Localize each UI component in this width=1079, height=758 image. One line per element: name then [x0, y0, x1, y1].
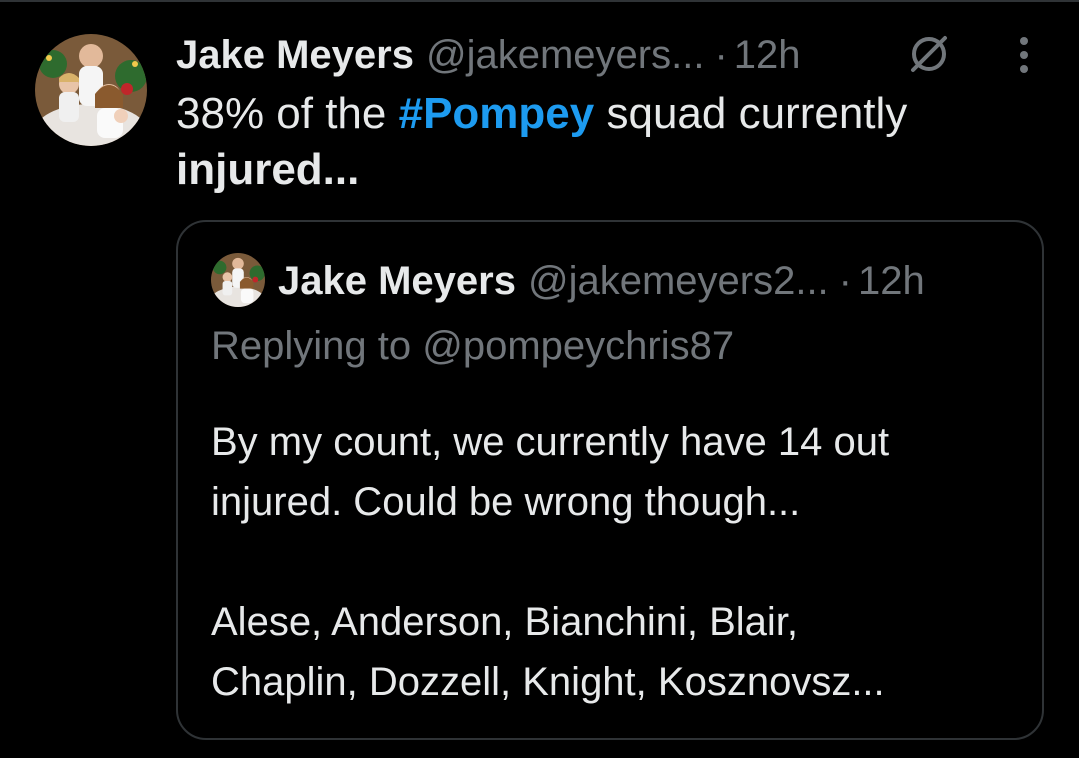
tweet-header: Jake Meyers @jakemeyers... · 12h [176, 28, 801, 82]
top-divider [0, 0, 1079, 2]
author-name[interactable]: Jake Meyers [176, 33, 414, 78]
tweet-text-part: squad currently [594, 89, 908, 138]
quoted-timestamp[interactable]: 12h [858, 259, 925, 304]
separator-dot: · [714, 32, 728, 77]
quoted-tweet-header: Jake Meyers @jakemeyers2... · 12h [278, 254, 925, 308]
timestamp[interactable]: 12h [734, 33, 801, 78]
author-handle[interactable]: @jakemeyers... [426, 33, 704, 78]
replying-prefix: Replying to [211, 324, 423, 368]
grok-icon[interactable] [905, 30, 953, 78]
quoted-text-line: injured. Could be wrong though... [211, 480, 801, 524]
quoted-author-name[interactable]: Jake Meyers [278, 259, 516, 304]
quoted-text-line: By my count, we currently have 14 out [211, 420, 890, 464]
hashtag-link[interactable]: #Pompey [399, 89, 595, 138]
tweet-text: 38% of the #Pompey squad currently injur… [176, 86, 1036, 198]
more-vertical-icon[interactable] [1006, 32, 1042, 80]
quoted-tweet-text: By my count, we currently have 14 out in… [211, 412, 1031, 712]
quoted-tweet-card[interactable]: Jake Meyers @jakemeyers2... · 12h Replyi… [176, 220, 1044, 740]
replying-to-mention[interactable]: @pompeychris87 [422, 324, 734, 368]
replying-to-line: Replying to @pompeychris87 [211, 320, 734, 372]
avatar[interactable] [35, 34, 147, 146]
quoted-avatar[interactable] [211, 253, 265, 307]
separator-dot: · [838, 258, 852, 303]
tweet-text-part: injured... [176, 145, 360, 194]
quoted-text-line: Alese, Anderson, Bianchini, Blair, [211, 600, 799, 644]
quoted-text-line: Chaplin, Dozzell, Knight, Kosznovsz... [211, 660, 885, 704]
quoted-avatar-photo [211, 253, 265, 307]
avatar-photo [35, 34, 147, 146]
quoted-author-handle[interactable]: @jakemeyers2... [528, 259, 829, 304]
tweet-text-part: 38% of the [176, 89, 399, 138]
